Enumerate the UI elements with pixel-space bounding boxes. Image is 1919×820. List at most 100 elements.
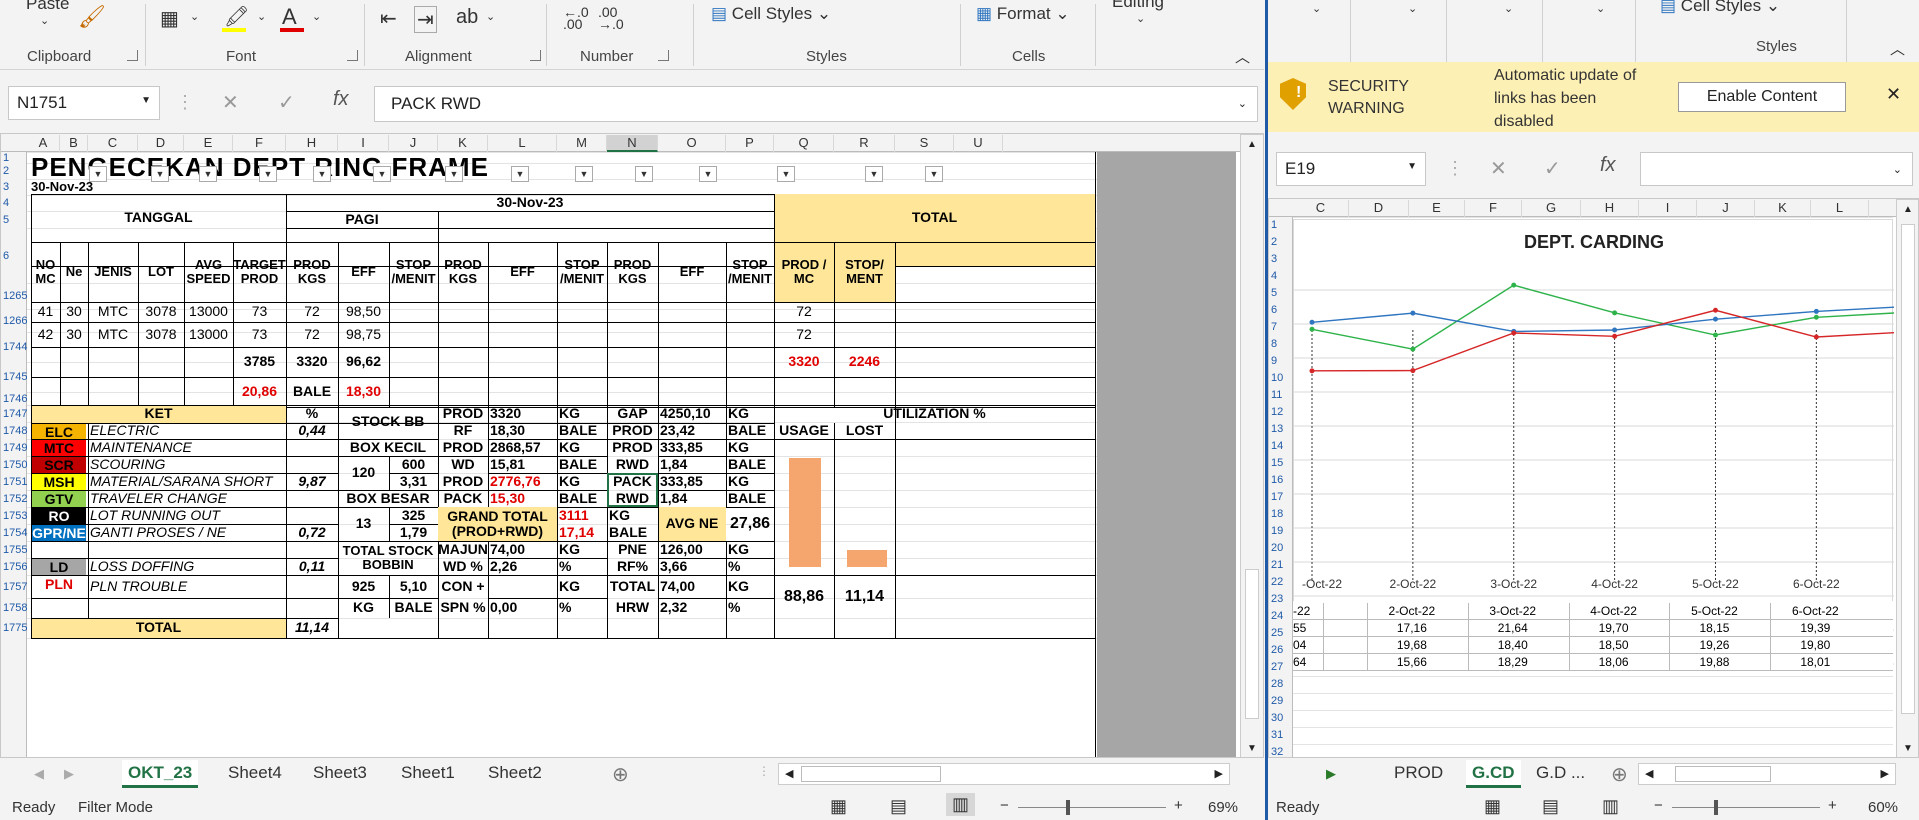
fill-dropdown-icon[interactable]: ⌄	[257, 10, 266, 23]
filter-dropdown-icon[interactable]: ▼	[925, 166, 943, 182]
decrease-decimal-icon[interactable]: .00 →.0	[598, 5, 624, 31]
column-header[interactable]: E	[1409, 200, 1465, 217]
tab-prev-icon[interactable]: ◀	[34, 766, 44, 782]
row-header[interactable]: 2	[1269, 236, 1293, 248]
filter-dropdown-icon[interactable]: ▼	[777, 166, 795, 182]
filter-dropdown-icon[interactable]: ▼	[635, 166, 653, 182]
cancel-icon[interactable]: ✕	[222, 90, 239, 115]
enable-content-button[interactable]: Enable Content	[1678, 82, 1846, 112]
column-header[interactable]: H	[1581, 200, 1639, 217]
clipboard-launcher-icon[interactable]	[127, 50, 138, 61]
increase-indent-icon[interactable]: ⇥	[414, 6, 437, 33]
sheet-tab[interactable]: OKT_23	[122, 760, 199, 788]
sheet-tab[interactable]: Sheet4	[222, 760, 288, 788]
right-sheet-grid[interactable]: CDEFGHIJKL 1 2 3 4 5 6 7 8 9 10 11 12 13 14 15 16 17 18 19…	[1268, 198, 1919, 758]
formula-bar-options-icon[interactable]: ⋮	[176, 92, 194, 113]
row-header[interactable]: 12	[1269, 406, 1293, 418]
collapse-ribbon-icon[interactable]: ︿	[1235, 46, 1250, 67]
row-header[interactable]: 19	[1269, 525, 1293, 537]
sheet-tab[interactable]: Sheet3	[307, 760, 373, 788]
zoom-out-icon[interactable]: −	[1000, 797, 1009, 814]
right-name-box[interactable]: E19 ▼	[1276, 152, 1426, 186]
format-painter-icon[interactable]: 🖌	[78, 4, 106, 30]
zoom-in-icon[interactable]: +	[1174, 797, 1183, 814]
dropdown-icon[interactable]: ⌄	[1504, 2, 1513, 15]
column-header[interactable]: G	[1522, 200, 1581, 217]
sheet-tab[interactable]: Sheet1	[395, 760, 461, 788]
paste-button[interactable]: Paste ⌄	[26, 0, 69, 27]
orientation-icon[interactable]: ab	[456, 6, 478, 29]
font-launcher-icon[interactable]	[347, 50, 358, 61]
fill-color-icon[interactable]: 🖍	[224, 4, 249, 29]
add-sheet-icon[interactable]: ⊕	[1611, 762, 1628, 787]
collapse-ribbon-icon[interactable]: ︿	[1890, 38, 1905, 59]
row-header[interactable]: 21	[1269, 559, 1293, 571]
column-header[interactable]: K	[1755, 200, 1811, 217]
name-box[interactable]: N1751 ▼	[8, 86, 160, 120]
alignment-launcher-icon[interactable]	[530, 50, 541, 61]
font-color-icon[interactable]: A	[282, 4, 297, 30]
filter-dropdown-icon[interactable]: ▼	[511, 166, 529, 182]
tabs-split-icon[interactable]: ⋮	[758, 764, 770, 778]
normal-view-icon[interactable]: ▦	[830, 796, 847, 817]
add-sheet-icon[interactable]: ⊕	[612, 762, 629, 787]
decrease-indent-icon[interactable]: ⇤	[380, 6, 397, 31]
column-header[interactable]: D	[1349, 200, 1409, 217]
row-header[interactable]: 23	[1269, 593, 1293, 605]
tab-next-icon[interactable]: ▶	[1326, 766, 1336, 782]
column-header[interactable]: J	[1697, 200, 1755, 217]
close-warning-icon[interactable]: ✕	[1886, 84, 1901, 105]
right-horizontal-scrollbar[interactable]: ◀ ▶	[1638, 763, 1896, 785]
row-header[interactable]: 25	[1269, 627, 1293, 639]
sheet-tab[interactable]: Sheet2	[482, 760, 548, 788]
row-header[interactable]: 17	[1269, 491, 1293, 503]
row-header[interactable]: 31	[1269, 729, 1293, 741]
row-header[interactable]: 15	[1269, 457, 1293, 469]
carding-chart[interactable]: -Oct-22 2-Oct-22 3-Oct-22 4-Oct-22 5-Oct-22 6…	[1293, 219, 1894, 665]
row-header[interactable]: 11	[1269, 389, 1293, 401]
cancel-icon[interactable]: ✕	[1490, 156, 1507, 181]
zoom-level[interactable]: 69%	[1208, 799, 1238, 816]
insert-function-icon[interactable]: fx	[333, 88, 349, 111]
row-header[interactable]: 8	[1269, 338, 1293, 350]
number-launcher-icon[interactable]	[658, 50, 669, 61]
row-header[interactable]: 7	[1269, 321, 1293, 333]
column-header[interactable]: I	[1639, 200, 1697, 217]
horizontal-scrollbar[interactable]: ◀ ▶	[778, 763, 1230, 785]
row-header[interactable]: 13	[1269, 423, 1293, 435]
row-header[interactable]: 26	[1269, 644, 1293, 656]
filter-dropdown-icon[interactable]: ▼	[865, 166, 883, 182]
filter-dropdown-icon[interactable]: ▼	[699, 166, 717, 182]
row-header[interactable]: 3	[1269, 253, 1293, 265]
page-layout-icon[interactable]: ▤	[1542, 796, 1559, 817]
sheet-tab[interactable]: PROD	[1388, 760, 1449, 788]
row-header[interactable]: 16	[1269, 474, 1293, 486]
borders-dropdown-icon[interactable]: ⌄	[190, 10, 199, 23]
row-header[interactable]: 27	[1269, 661, 1293, 673]
zoom-slider[interactable]	[1018, 807, 1166, 808]
selected-cell[interactable]	[607, 473, 658, 507]
row-header[interactable]: 5	[1269, 287, 1293, 299]
left-sheet-grid[interactable]: ABCDEFHIJKLMNOPQRSU 1 2 3 4 5 6 1265 1266 1744 17…	[0, 133, 1264, 758]
zoom-out-icon[interactable]: −	[1654, 797, 1663, 814]
filter-dropdown-icon[interactable]: ▼	[313, 166, 331, 182]
dropdown-icon[interactable]: ⌄	[1596, 2, 1605, 15]
zoom-level[interactable]: 60%	[1868, 799, 1898, 816]
column-header[interactable]: C	[1293, 200, 1349, 217]
row-header[interactable]: 20	[1269, 542, 1293, 554]
zoom-in-icon[interactable]: +	[1828, 797, 1837, 814]
right-formula-input[interactable]: ⌄	[1640, 152, 1913, 186]
filter-dropdown-icon[interactable]: ▼	[575, 166, 593, 182]
row-header[interactable]: 10	[1269, 372, 1293, 384]
filter-dropdown-icon[interactable]: ▼	[373, 166, 391, 182]
right-cell-styles-button[interactable]: ▤ Cell Styles ⌄	[1660, 0, 1780, 16]
row-header[interactable]: 1	[1269, 219, 1293, 231]
increase-decimal-icon[interactable]: ←.0.00	[563, 5, 589, 31]
row-header[interactable]: 14	[1269, 440, 1293, 452]
row-header[interactable]: 18	[1269, 508, 1293, 520]
row-header[interactable]: 30	[1269, 712, 1293, 724]
page-layout-icon[interactable]: ▤	[890, 796, 907, 817]
row-header[interactable]: 4	[1269, 270, 1293, 282]
row-header[interactable]: 32	[1269, 746, 1293, 757]
tab-next-icon[interactable]: ▶	[64, 766, 74, 782]
